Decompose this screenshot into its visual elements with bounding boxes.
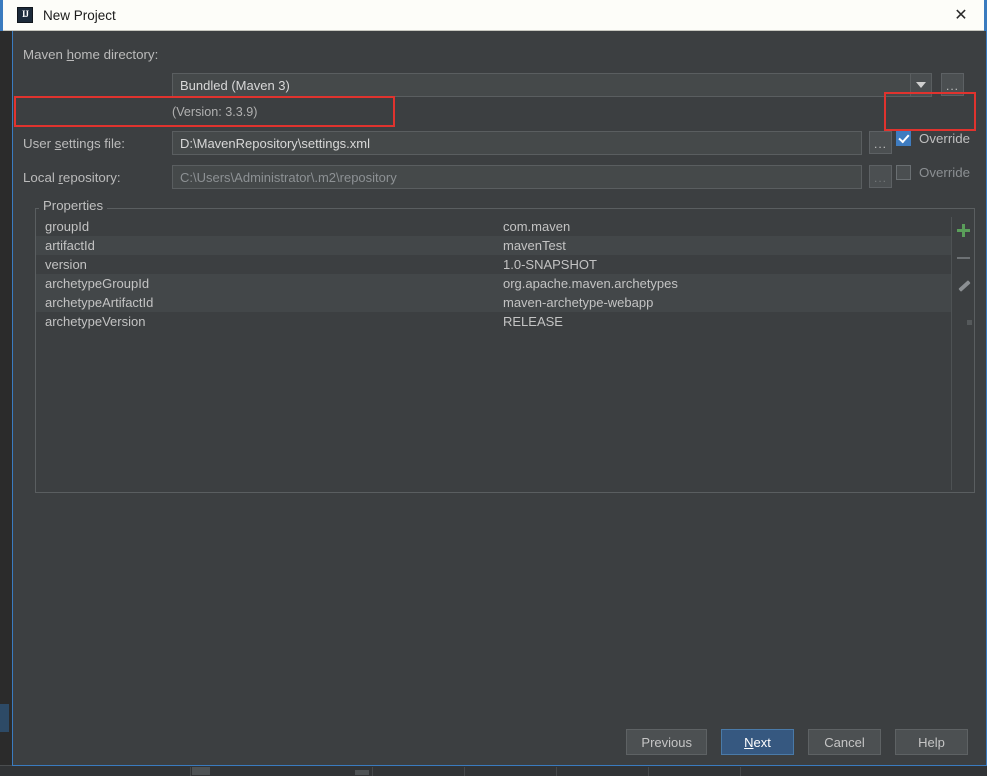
user-settings-override-checkbox[interactable] [896,131,911,146]
user-settings-override-row[interactable]: Override [896,131,970,146]
maven-home-browse-button[interactable]: ... [941,73,964,96]
remove-property-button[interactable] [954,248,974,268]
property-value: RELEASE [503,314,563,329]
previous-button[interactable]: Previous [626,729,707,755]
taskbar-item [192,767,210,775]
property-key: groupId [45,219,90,234]
taskbar-divider [372,767,373,776]
dialog-content: Maven home directory: Bundled (Maven 3) … [13,31,986,765]
property-key: version [45,257,87,272]
intellij-idea-icon: IJ [17,7,33,23]
taskbar-clock [322,767,325,776]
user-settings-label: User settings file: [23,136,126,151]
property-value: 1.0-SNAPSHOT [503,257,597,272]
local-repository-row: Local repository: [23,165,121,190]
new-project-dialog: Maven home directory: Bundled (Maven 3) … [12,0,987,766]
chevron-down-icon [916,82,926,88]
table-row[interactable]: archetypeGroupId org.apache.maven.archet… [36,274,951,293]
properties-toolbar [952,217,975,490]
local-repository-override-checkbox[interactable] [896,165,911,180]
taskbar-strip [0,765,987,776]
property-key: archetypeVersion [45,314,146,329]
next-button[interactable]: Next [721,729,794,755]
user-settings-override-label: Override [919,131,970,146]
dialog-button-bar: Previous Next Cancel Help [13,729,986,755]
taskbar-divider [648,767,649,776]
properties-table[interactable]: groupId com.maven artifactId mavenTest v… [36,217,951,490]
user-settings-browse-button[interactable]: ... [869,131,892,154]
local-repository-browse-button[interactable]: ... [869,165,892,188]
property-key: artifactId [45,238,95,253]
property-key: archetypeArtifactId [45,295,154,310]
taskbar-item [355,770,369,775]
add-property-button[interactable] [954,220,974,240]
properties-group-title: Properties [39,198,108,213]
maven-home-dropdown-button[interactable] [910,74,931,96]
window-title: New Project [43,7,116,23]
property-value: com.maven [503,219,571,234]
maven-home-value: Bundled (Maven 3) [180,77,290,93]
taskbar-divider [740,767,741,776]
taskbar-divider [464,767,465,776]
property-value: org.apache.maven.archetypes [503,276,678,291]
table-row[interactable]: archetypeArtifactId maven-archetype-weba… [36,293,951,312]
table-row[interactable]: archetypeVersion RELEASE [36,312,951,331]
user-settings-row: User settings file: [23,131,125,156]
table-row[interactable]: artifactId mavenTest [36,236,951,255]
property-value: maven-archetype-webapp [503,295,654,310]
help-button[interactable]: Help [895,729,968,755]
maven-version-note: (Version: 3.3.9) [172,105,258,119]
maven-home-label: Maven home directory: [23,47,159,62]
local-repository-label: Local repository: [23,170,121,185]
background-window-edge [0,704,9,732]
property-value: mavenTest [503,238,566,253]
cancel-button[interactable]: Cancel [808,729,881,755]
local-repository-override-row[interactable]: Override [896,165,970,180]
scroll-position-marker[interactable] [967,320,972,325]
edit-property-button[interactable] [954,276,974,296]
window-border-left [0,0,3,31]
taskbar-divider [556,767,557,776]
edit-pencil-icon [957,279,971,293]
add-icon [957,223,970,237]
maven-home-row: Maven home directory: [23,42,158,67]
taskbar-divider [190,767,191,776]
local-repository-override-label: Override [919,165,970,180]
property-key: archetypeGroupId [45,276,150,291]
table-row[interactable]: groupId com.maven [36,217,951,236]
remove-icon [957,257,970,259]
local-repository-input[interactable]: C:\Users\Administrator\.m2\repository [172,165,862,189]
dialog-title-bar: IJ New Project ✕ [0,0,987,31]
user-settings-file-input[interactable]: D:\MavenRepository\settings.xml [172,131,862,155]
close-icon[interactable]: ✕ [939,0,983,30]
table-row[interactable]: version 1.0-SNAPSHOT [36,255,951,274]
maven-home-combobox[interactable]: Bundled (Maven 3) [172,73,932,97]
